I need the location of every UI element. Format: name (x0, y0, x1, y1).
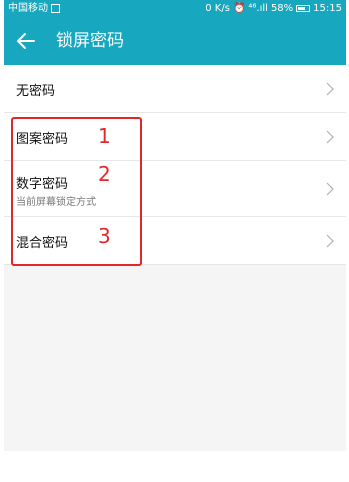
chevron-right-icon (326, 234, 334, 247)
clock: 15:15 (313, 3, 342, 14)
network-speed: 0 K/s (205, 3, 230, 14)
current-method-note: 当前屏幕锁定方式 (16, 197, 96, 208)
back-arrow-icon (17, 33, 35, 49)
carrier-name: 中国移动 (8, 3, 48, 14)
option-pin[interactable]: 数字密码 当前屏幕锁定方式 (4, 161, 346, 217)
signal-icon: ⁴⁶.ıll (248, 3, 268, 14)
battery-percent: 58% (270, 3, 294, 14)
option-no-password[interactable]: 无密码 (4, 65, 346, 113)
alarm-icon: ⏰ (232, 3, 246, 14)
annotation-number-1: 1 (98, 124, 111, 148)
chevron-right-icon (326, 182, 334, 195)
password-options-list: 无密码 图案密码 数字密码 当前屏幕锁定方式 混合密码 (4, 65, 346, 265)
option-mixed[interactable]: 混合密码 (4, 217, 346, 265)
chevron-right-icon (326, 82, 334, 95)
option-label: 无密码 (16, 84, 56, 99)
option-label: 数字密码 (16, 177, 69, 192)
phone-screen: 中国移动 0 K/s ⏰ ⁴⁶.ıll 58% 15:15 锁屏密码 无密码 图… (4, 0, 346, 451)
annotation-number-2: 2 (98, 162, 111, 186)
annotation-number-3: 3 (98, 224, 111, 248)
app-bar: 锁屏密码 (4, 17, 346, 65)
back-button[interactable] (14, 28, 40, 54)
chevron-right-icon (326, 130, 334, 143)
sim-icon (51, 4, 60, 13)
option-label: 图案密码 (16, 132, 69, 147)
option-pattern[interactable]: 图案密码 (4, 113, 346, 161)
battery-icon (296, 5, 311, 12)
page-title: 锁屏密码 (56, 31, 124, 51)
status-bar: 中国移动 0 K/s ⏰ ⁴⁶.ıll 58% 15:15 (4, 0, 346, 17)
option-label: 混合密码 (16, 236, 69, 251)
